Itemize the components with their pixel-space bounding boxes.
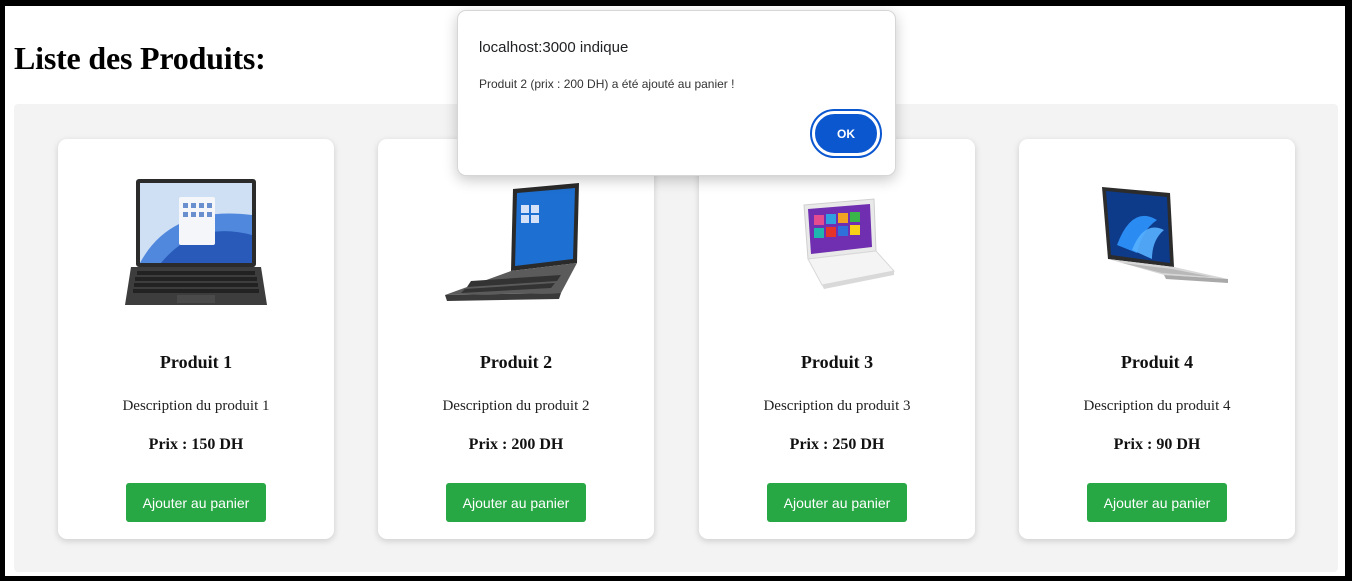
product-name: Produit 4 xyxy=(1120,352,1194,372)
product-card: Produit 4 Description du produit 4 Prix … xyxy=(1019,139,1295,539)
add-to-cart-button[interactable]: Ajouter au panier xyxy=(1087,483,1227,522)
product-description: Description du produit 1 xyxy=(122,398,270,414)
product-name: Produit 1 xyxy=(159,352,233,372)
product-description: Description du produit 2 xyxy=(442,398,590,414)
laptop-silver-icon xyxy=(1067,167,1247,317)
product-card: Produit 1 Description du produit 1 Prix … xyxy=(58,139,334,539)
dialog-message: Produit 2 (prix : 200 DH) a été ajouté a… xyxy=(479,77,735,91)
product-card: Produit 2 Description du produit 2 Prix … xyxy=(378,139,654,539)
add-to-cart-button[interactable]: Ajouter au panier xyxy=(446,483,586,522)
product-name: Produit 3 xyxy=(800,352,874,372)
product-description: Description du produit 3 xyxy=(763,398,911,414)
product-price: Prix : 150 DH xyxy=(148,436,244,453)
dialog-title: localhost:3000 indique xyxy=(479,39,629,56)
alert-dialog: localhost:3000 indique Produit 2 (prix :… xyxy=(457,10,896,176)
product-description: Description du produit 4 xyxy=(1083,398,1231,414)
product-price: Prix : 250 DH xyxy=(789,436,885,453)
ok-button[interactable]: OK xyxy=(810,109,882,158)
add-to-cart-button[interactable]: Ajouter au panier xyxy=(767,483,907,522)
product-card: Produit 3 Description du produit 3 Prix … xyxy=(699,139,975,539)
laptop-front-view-icon xyxy=(106,167,286,317)
laptop-angled-dark-icon xyxy=(426,167,606,317)
add-to-cart-button[interactable]: Ajouter au panier xyxy=(126,483,266,522)
page-title: Liste des Produits: xyxy=(14,40,266,76)
product-name: Produit 2 xyxy=(479,352,553,372)
laptop-white-icon xyxy=(747,167,927,317)
product-price: Prix : 90 DH xyxy=(1113,436,1201,453)
product-price: Prix : 200 DH xyxy=(468,436,564,453)
